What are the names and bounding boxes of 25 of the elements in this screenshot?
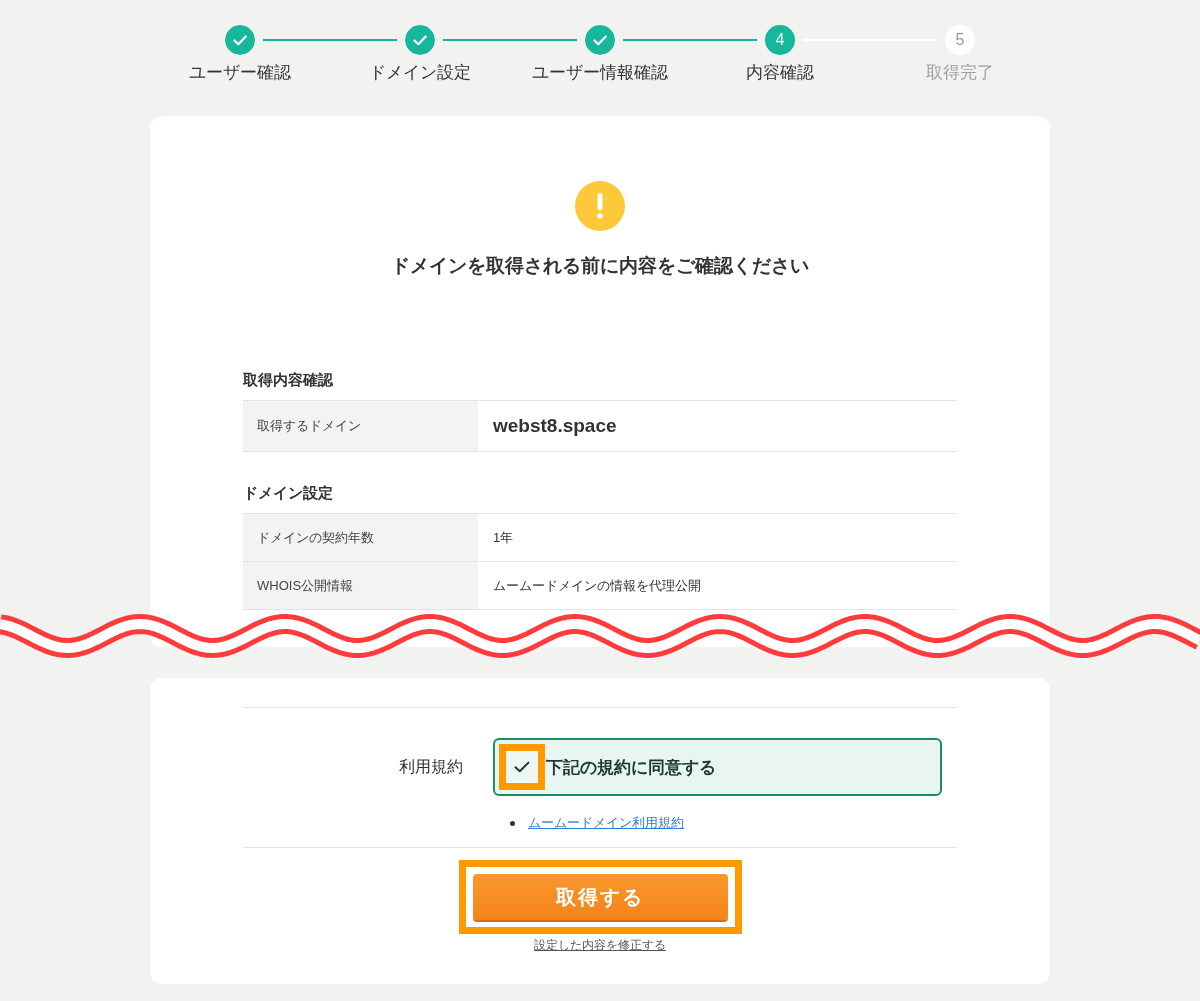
step-label: 内容確認 [746, 63, 814, 83]
step-label: 取得完了 [926, 63, 994, 83]
step-number: 4 [765, 25, 795, 55]
table-cell-text: webst8.space [492, 414, 618, 438]
warning-icon [575, 181, 625, 231]
step-label: ドメイン設定 [369, 63, 471, 83]
checkbox[interactable] [506, 751, 538, 783]
step-number: 5 [945, 25, 975, 55]
terms-link[interactable]: ムームードメイン利用規約 [528, 814, 684, 832]
step-label: ユーザー情報確認 [532, 63, 668, 83]
table-header-cell: WHOIS公開情報 [243, 562, 478, 609]
step-label: ユーザー確認 [189, 63, 291, 83]
agreement-panel[interactable]: 下記の規約に同意する [493, 738, 942, 796]
table-header-cell: ドメインの契約年数 [243, 514, 478, 561]
table-cell-text: ムームードメインの情報を代理公開 [492, 576, 702, 595]
agreement-label: 下記の規約に同意する [546, 756, 716, 779]
edit-link[interactable]: 設定した内容を修正する [534, 938, 666, 952]
bullet-icon [510, 820, 515, 826]
terms-label: 利用規約 [399, 757, 463, 777]
section-title: 取得内容確認 [243, 370, 334, 390]
check-icon [514, 761, 530, 773]
table-header-cell: 取得するドメイン [243, 401, 478, 451]
notice-heading: ドメインを取得される前に内容をご確認ください [390, 254, 810, 278]
table-cell-text: 1年 [492, 528, 515, 547]
section-title: ドメイン設定 [243, 483, 334, 503]
